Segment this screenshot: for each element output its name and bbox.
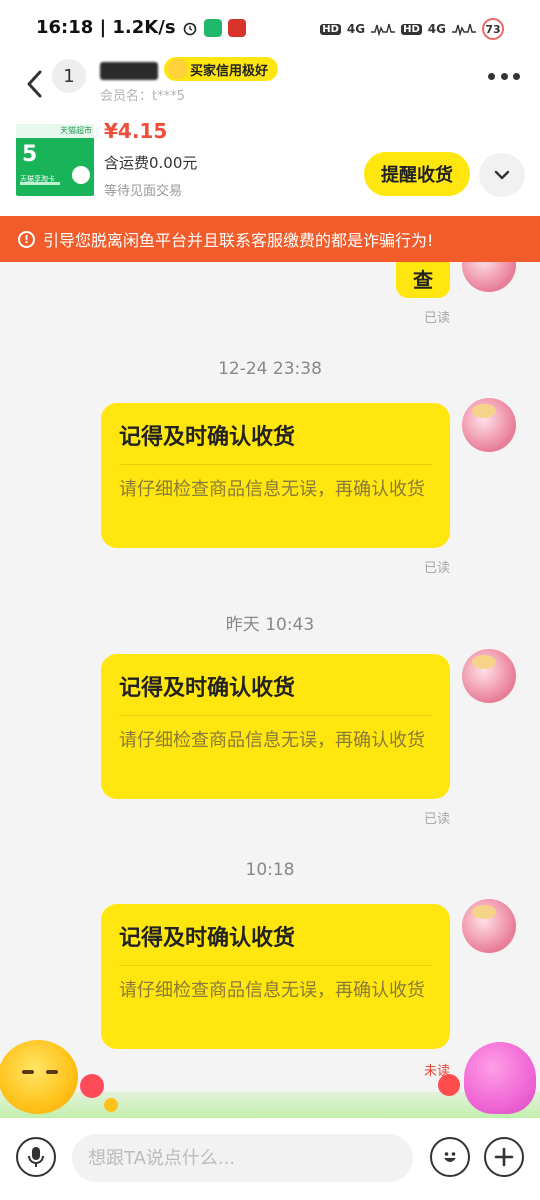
back-arrow-icon[interactable] — [22, 64, 48, 104]
emoji-button[interactable] — [430, 1137, 470, 1177]
user-avatar[interactable] — [462, 649, 516, 703]
card-divider — [119, 464, 432, 465]
card-title: 记得及时确认收货 — [119, 926, 296, 951]
status-bar: 16:18 | 1.2K/s HD 4G HD 4G 73 — [0, 0, 540, 56]
hd-icon-2: HD — [401, 23, 422, 35]
signal-4g-label: 4G — [346, 22, 366, 36]
card-body: 请仔细检查商品信息无误，再确认收货 — [119, 479, 425, 500]
read-status: 已读 — [423, 561, 450, 576]
product-price: ¥4.15 — [104, 119, 168, 143]
confirm-receipt-card[interactable]: 记得及时确认收货 请仔细检查商品信息无误，再确认收货 — [101, 403, 450, 548]
card-divider — [119, 715, 432, 716]
fraud-warning-text: 引导您脱离闲鱼平台并且联系客服缴费的都是诈骗行为! — [43, 231, 434, 250]
emoji-icon — [444, 1152, 456, 1162]
user-avatar[interactable] — [462, 398, 516, 452]
product-image-brand: 天猫超市 — [60, 126, 92, 135]
card-title: 记得及时确认收货 — [119, 425, 296, 450]
credit-badge-label: 买家信用极好 — [190, 63, 269, 79]
add-button[interactable] — [484, 1137, 524, 1177]
card-body: 请仔细检查商品信息无误，再确认收货 — [119, 730, 425, 751]
user-avatar[interactable] — [462, 899, 516, 953]
voice-button[interactable] — [16, 1137, 56, 1177]
product-image-number: 5 — [22, 142, 38, 167]
card-title: 记得及时确认收货 — [119, 676, 296, 701]
battery-indicator: 73 — [482, 18, 504, 40]
message-input[interactable] — [72, 1134, 413, 1182]
previous-message-bubble[interactable]: 查 — [396, 262, 450, 298]
chat-header: 1 买家信用极好 会员名：t***5 天猫超市 5 天猫享淘卡 ¥4.15 含运… — [0, 56, 540, 216]
signal-icon — [371, 23, 396, 36]
message-timestamp: 10:18 — [245, 860, 295, 880]
member-name: 会员名：t***5 — [100, 89, 185, 104]
smile-icon — [168, 59, 188, 79]
credit-badge[interactable]: 买家信用极好 — [164, 57, 279, 81]
read-status: 已读 — [423, 812, 450, 827]
input-bar — [0, 1118, 540, 1200]
user-avatar[interactable] — [462, 262, 516, 292]
seller-name-redacted — [100, 62, 158, 80]
mascot-icon — [72, 166, 90, 184]
unread-status: 未读 — [423, 1064, 450, 1079]
chevron-down-icon — [494, 170, 510, 180]
shipping-fee: 含运费0.00元 — [104, 154, 198, 172]
read-status: 已读 — [423, 311, 450, 326]
warning-icon: ! — [18, 230, 35, 248]
expand-button[interactable] — [479, 153, 525, 197]
app-notification-icon — [203, 18, 222, 37]
microphone-icon — [28, 1147, 44, 1167]
message-timestamp: 昨天 10:43 — [225, 615, 315, 635]
confirm-receipt-card[interactable]: 记得及时确认收货 请仔细检查商品信息无误，再确认收货 — [101, 904, 450, 1049]
remind-receipt-button[interactable]: 提醒收货 — [364, 152, 470, 196]
card-body: 请仔细检查商品信息无误，再确认收货 — [119, 980, 425, 1001]
status-time: 16:18 | 1.2K/s — [36, 17, 176, 38]
plus-icon — [494, 1147, 514, 1167]
more-options-icon[interactable] — [488, 64, 520, 88]
alarm-icon — [183, 22, 196, 35]
signal-icon-2 — [452, 23, 476, 36]
chat-messages[interactable]: 查 已读 12-24 23:38 记得及时确认收货 请仔细检查商品信息无误，再确… — [0, 262, 540, 1118]
confirm-receipt-card[interactable]: 记得及时确认收货 请仔细检查商品信息无误，再确认收货 — [101, 654, 450, 799]
signal-4g-label-2: 4G — [427, 22, 446, 36]
order-status: 等待见面交易 — [104, 184, 183, 199]
message-timestamp: 12-24 23:38 — [218, 359, 322, 379]
unread-count-badge[interactable]: 1 — [52, 59, 86, 93]
card-divider — [119, 965, 432, 966]
hd-icon: HD — [320, 23, 341, 35]
app-notification-icon-2 — [227, 18, 246, 37]
product-image[interactable]: 天猫超市 5 天猫享淘卡 — [16, 124, 94, 196]
fraud-warning-banner: ! 引导您脱离闲鱼平台并且联系客服缴费的都是诈骗行为! — [0, 216, 540, 262]
